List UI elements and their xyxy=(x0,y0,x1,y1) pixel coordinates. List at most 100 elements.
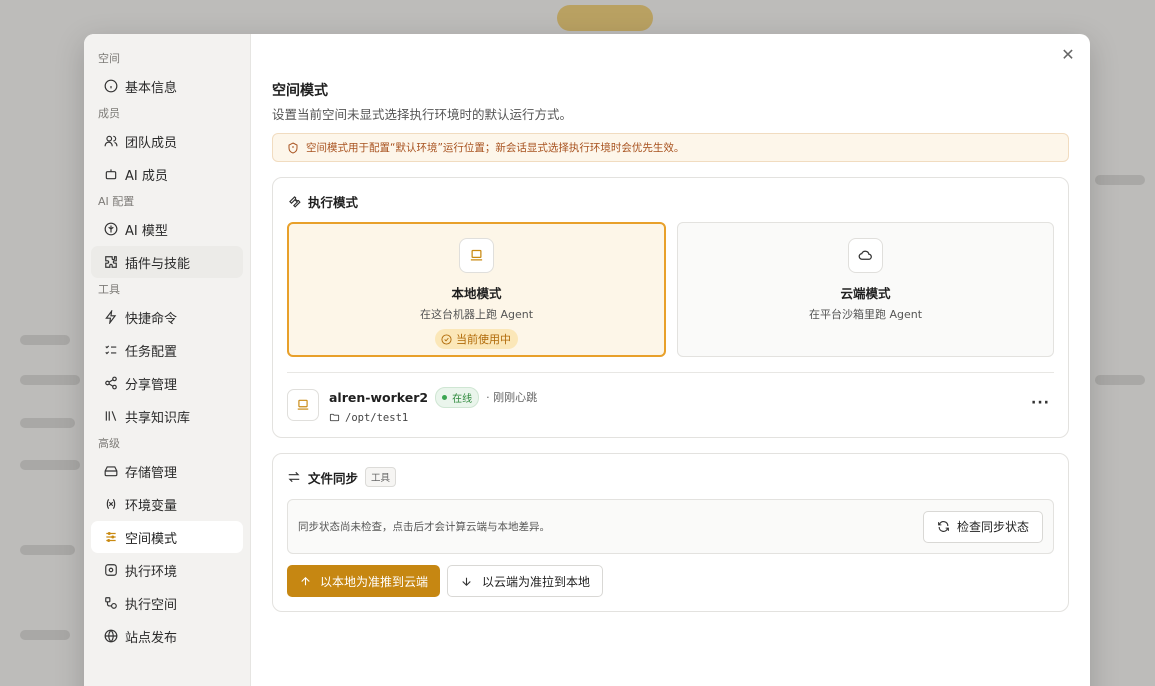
storage-icon xyxy=(104,464,118,478)
info-icon xyxy=(104,79,118,93)
file-sync-title: 文件同步 xyxy=(308,470,359,486)
sidebar-section-space: 空间 xyxy=(98,52,120,65)
exec-mode-title: 执行模式 xyxy=(308,194,359,210)
sidebar-item-label: 环境变量 xyxy=(125,498,178,514)
sidebar-item-exec-space[interactable]: 执行空间 xyxy=(91,587,243,619)
sidebar-item-exec-environment[interactable]: 执行环境 xyxy=(91,554,243,586)
worker-row: alren-worker2 在线 · 刚刚心跳 /opt/test1 ··· xyxy=(287,373,1054,437)
sidebar-item-label: 空间模式 xyxy=(125,531,178,547)
cloud-icon xyxy=(848,238,883,273)
sidebar-item-plugins-skills[interactable]: 插件与技能 xyxy=(91,246,243,278)
sidebar-item-basic-info[interactable]: 基本信息 xyxy=(91,70,243,102)
pull-to-local-button[interactable]: 以云端为准拉到本地 xyxy=(447,565,604,597)
sidebar-item-team-members[interactable]: 团队成员 xyxy=(91,125,243,157)
sidebar-item-space-mode[interactable]: 空间模式 xyxy=(91,521,243,553)
sidebar-item-label: 存储管理 xyxy=(125,465,178,481)
settings-sidebar: 空间 基本信息 成员 团队成员 AI 成员 AI 配置 AI 模型 插件与技能 … xyxy=(84,34,251,686)
exec-mode-heading: 执行模式 xyxy=(287,192,1054,210)
mode-name: 云端模式 xyxy=(840,286,891,301)
worker-path-text: /opt/test1 xyxy=(345,411,409,424)
sync-actions: 以本地为准推到云端 以云端为准拉到本地 xyxy=(287,565,1054,597)
settings-content: ✕ 空间模式 设置当前空间未显式选择执行环境时的默认运行方式。 空间模式用于配置… xyxy=(251,34,1090,686)
mode-description: 在这台机器上跑 Agent xyxy=(419,308,534,321)
sidebar-item-label: 站点发布 xyxy=(125,630,178,646)
sidebar-item-ai-model[interactable]: AI 模型 xyxy=(91,213,243,245)
sidebar-item-label: 快捷命令 xyxy=(125,311,178,327)
folder-icon xyxy=(329,413,340,422)
wrench-icon xyxy=(289,196,301,208)
refresh-icon xyxy=(938,521,949,532)
sidebar-item-site-publish[interactable]: 站点发布 xyxy=(91,620,243,652)
status-badge: 在线 xyxy=(435,386,480,408)
push-to-cloud-button[interactable]: 以本地为准推到云端 xyxy=(287,565,441,597)
background-hint xyxy=(20,335,70,345)
pull-label: 以云端为准拉到本地 xyxy=(482,574,591,589)
sidebar-section-ai-config: AI 配置 xyxy=(98,195,135,208)
share-icon xyxy=(104,376,118,390)
sliders-icon xyxy=(104,530,118,544)
sidebar-item-label: 执行空间 xyxy=(125,597,178,613)
file-sync-card: 文件同步 工具 同步状态尚未检查，点击后才会计算云端与本地差异。 检查同步状态 … xyxy=(272,453,1069,612)
library-icon xyxy=(104,409,118,423)
mode-options: 本地模式 在这台机器上跑 Agent 当前使用中 云端模式 在平台沙箱里跑 Ag… xyxy=(287,222,1054,357)
sidebar-item-label: 执行环境 xyxy=(125,564,178,580)
file-sync-heading: 文件同步 工具 xyxy=(287,467,1054,487)
variable-icon xyxy=(104,497,118,511)
sync-arrows-icon xyxy=(288,471,300,483)
background-hint xyxy=(20,630,70,640)
current-badge: 当前使用中 xyxy=(435,329,518,349)
mode-option-local[interactable]: 本地模式 在这台机器上跑 Agent 当前使用中 xyxy=(287,222,666,357)
arrow-up-icon xyxy=(301,576,310,585)
sidebar-item-task-config[interactable]: 任务配置 xyxy=(91,334,243,366)
sidebar-item-shared-knowledge-base[interactable]: 共享知识库 xyxy=(91,400,243,432)
sidebar-item-share-management[interactable]: 分享管理 xyxy=(91,367,243,399)
checklist-icon xyxy=(104,343,118,357)
push-label: 以本地为准推到云端 xyxy=(320,574,429,589)
sidebar-item-label: 任务配置 xyxy=(125,344,178,360)
check-sync-button[interactable]: 检查同步状态 xyxy=(922,510,1043,543)
laptop-icon xyxy=(459,238,494,273)
mode-description: 在平台沙箱里跑 Agent xyxy=(808,308,923,321)
background-hint xyxy=(20,460,80,470)
worker-name: alren-worker2 xyxy=(329,389,429,405)
sidebar-item-storage[interactable]: 存储管理 xyxy=(91,455,243,487)
sidebar-item-quick-commands[interactable]: 快捷命令 xyxy=(91,301,243,333)
check-sync-label: 检查同步状态 xyxy=(956,520,1029,534)
alert-text: 空间模式用于配置“默认环境”运行位置；新会话显式选择执行环境时会优先生效。 xyxy=(306,142,685,154)
bot-icon xyxy=(104,167,118,181)
tool-tag: 工具 xyxy=(365,467,397,487)
users-icon xyxy=(104,134,118,148)
sidebar-item-label: 分享管理 xyxy=(125,377,178,393)
environment-icon xyxy=(104,563,118,577)
sidebar-section-tools: 工具 xyxy=(98,283,120,296)
background-hint xyxy=(20,375,80,385)
more-options-button[interactable]: ··· xyxy=(1031,395,1050,411)
laptop-icon xyxy=(287,389,319,421)
puzzle-icon xyxy=(104,255,118,269)
sidebar-item-ai-members[interactable]: AI 成员 xyxy=(91,158,243,190)
heartbeat-text: · 刚刚心跳 xyxy=(486,391,538,404)
sidebar-item-label: 团队成员 xyxy=(125,135,178,151)
sidebar-item-label: 插件与技能 xyxy=(125,256,191,272)
sync-status-text: 同步状态尚未检查，点击后才会计算云端与本地差异。 xyxy=(298,521,550,533)
check-circle-icon xyxy=(441,333,452,345)
page-description: 设置当前空间未显式选择执行环境时的默认运行方式。 xyxy=(272,107,573,122)
background-hint xyxy=(20,545,75,555)
current-badge-label: 当前使用中 xyxy=(456,333,511,346)
mode-name: 本地模式 xyxy=(451,286,502,301)
sidebar-item-env-variables[interactable]: 环境变量 xyxy=(91,488,243,520)
page-title: 空间模式 xyxy=(272,83,328,99)
sync-status-box: 同步状态尚未检查，点击后才会计算云端与本地差异。 检查同步状态 xyxy=(287,499,1054,554)
background-hint xyxy=(20,418,75,428)
close-icon[interactable]: ✕ xyxy=(1060,47,1076,63)
background-hint xyxy=(1095,175,1145,185)
sidebar-section-advanced: 高级 xyxy=(98,437,120,450)
mode-option-cloud[interactable]: 云端模式 在平台沙箱里跑 Agent xyxy=(677,222,1054,357)
arrow-down-icon xyxy=(462,577,471,586)
alert-icon xyxy=(288,141,298,154)
globe-icon xyxy=(104,629,118,643)
worker-info: alren-worker2 在线 · 刚刚心跳 /opt/test1 xyxy=(329,386,538,424)
worker-path: /opt/test1 xyxy=(329,412,537,424)
settings-modal: 空间 基本信息 成员 团队成员 AI 成员 AI 配置 AI 模型 插件与技能 … xyxy=(84,34,1090,686)
exec-mode-card: 执行模式 本地模式 在这台机器上跑 Agent 当前使用中 云端模式 在平台沙箱… xyxy=(272,177,1069,438)
